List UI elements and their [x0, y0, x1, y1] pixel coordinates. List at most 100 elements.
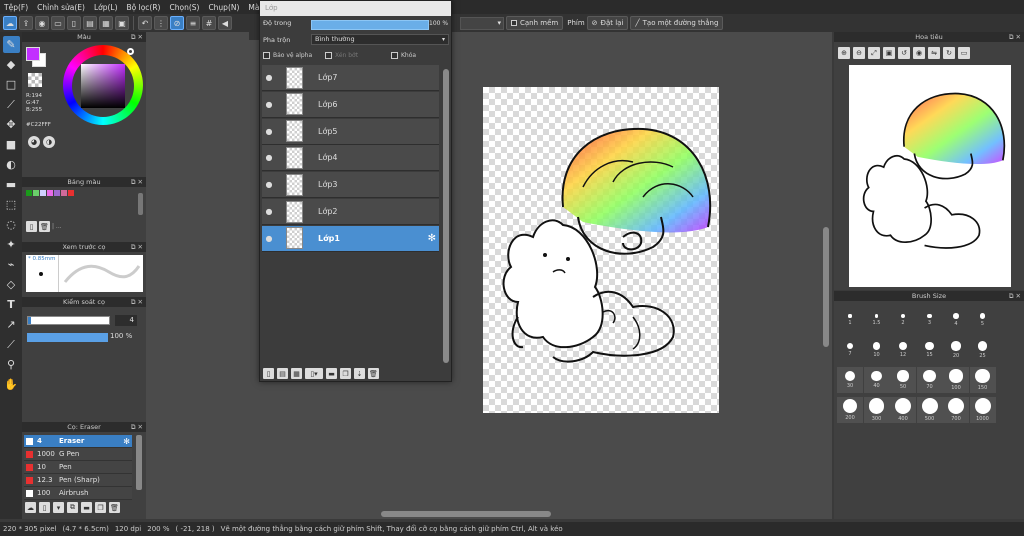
protect-alpha-checkbox[interactable]: Bảo vệ alpha	[263, 52, 312, 59]
anti-alias-toggle[interactable]: Cạnh mềm	[506, 16, 564, 30]
delete-brush-icon[interactable]: 🗑	[109, 502, 120, 513]
cloud-icon[interactable]: ☁	[3, 16, 17, 30]
anti-alias-checkbox[interactable]	[511, 20, 517, 26]
select-rect-tool-icon[interactable]: ⬚	[3, 196, 20, 213]
canvas-document[interactable]	[483, 87, 719, 413]
magic-wand-tool-icon[interactable]: ✦	[3, 236, 20, 253]
visibility-icon[interactable]: ●	[262, 153, 276, 162]
delete-palette-icon[interactable]: 🗑	[39, 221, 50, 232]
grid-icon[interactable]: ▦	[99, 16, 113, 30]
eyedropper-tool-icon[interactable]: ⚲	[3, 356, 20, 373]
grid-snap-icon[interactable]: #	[202, 16, 216, 30]
brush-size-preset[interactable]: 5	[970, 307, 996, 333]
canvas-vertical-scrollbar[interactable]	[823, 227, 829, 347]
flip-icon[interactable]: ⇋	[928, 47, 940, 59]
select-pen-tool-icon[interactable]: ⌁	[3, 256, 20, 273]
undo-icon[interactable]: ↶	[138, 16, 152, 30]
new-layer-icon[interactable]: ▯	[263, 368, 274, 379]
palette-swatch[interactable]	[54, 190, 60, 196]
lock-box[interactable]	[391, 52, 398, 59]
brush-size-slider[interactable]	[27, 316, 110, 325]
menu-edit[interactable]: Chỉnh sửa(E)	[37, 3, 85, 12]
palette-scrollbar[interactable]	[138, 193, 143, 215]
brush-size-preset[interactable]: 700	[943, 397, 969, 423]
comment-icon[interactable]: ◉	[35, 16, 49, 30]
visibility-icon[interactable]: ●	[262, 180, 276, 189]
dotted-line-tool-icon[interactable]: ⟋	[3, 96, 20, 113]
layer-row[interactable]: ● Lớp4	[262, 145, 439, 172]
navigator-preview[interactable]	[849, 65, 1011, 287]
cloud-brush-icon[interactable]: ☁	[25, 502, 36, 513]
reset-rotation-icon[interactable]: ◉	[913, 47, 925, 59]
screen-icon[interactable]: ▭	[958, 47, 970, 59]
snap-dropdown[interactable]: ▾	[460, 16, 504, 30]
brush-size-preset[interactable]: 70	[916, 367, 943, 393]
brush-size-preset[interactable]: 30	[837, 367, 863, 393]
brush-size-preset[interactable]: 2	[890, 307, 916, 333]
layer-opacity-slider[interactable]	[311, 20, 429, 30]
palette-icon[interactable]: ◕	[28, 136, 40, 148]
more-icon[interactable]: ⋮	[154, 16, 168, 30]
clipping-checkbox[interactable]: Xén bớt	[325, 52, 358, 59]
brush-menu-icon[interactable]: ▾	[53, 502, 64, 513]
actual-size-icon[interactable]: ▣	[883, 47, 895, 59]
duplicate-icon[interactable]: ❐	[95, 502, 106, 513]
brush-size-preset[interactable]: 7	[837, 337, 863, 363]
brush-list-item[interactable]: 1000 G Pen	[24, 448, 132, 461]
snap-reset-button[interactable]: ⊘ Đặt lại	[586, 16, 629, 30]
brush-size-preset[interactable]: 1000	[969, 397, 996, 423]
brush-size-preset[interactable]: 10	[864, 337, 890, 363]
brush-opacity-slider[interactable]	[27, 333, 108, 342]
layer-folder-icon[interactable]: ▬	[326, 368, 337, 379]
hand-tool-icon[interactable]: ✋	[3, 376, 20, 393]
clipping-box[interactable]	[325, 52, 332, 59]
copy-brush-icon[interactable]: ⧉	[67, 502, 78, 513]
color-mode-icon[interactable]: ◑	[43, 136, 55, 148]
panel-controls-icon[interactable]: ⧉ ✕	[131, 33, 143, 42]
panel-controls-icon[interactable]: ⧉ ✕	[131, 243, 143, 252]
divide-tool-icon[interactable]: ⟋	[3, 336, 20, 353]
panel-controls-icon[interactable]: ⧉ ✕	[1009, 33, 1021, 42]
layer-row[interactable]: ● Lớp3	[262, 172, 439, 199]
fit-window-icon[interactable]: ⤢	[868, 47, 880, 59]
zoom-in-icon[interactable]: ⊕	[838, 47, 850, 59]
select-eraser-tool-icon[interactable]: ◇	[3, 276, 20, 293]
snap-extra-icon[interactable]: ◀	[218, 16, 232, 30]
text-tool-icon[interactable]: T	[3, 296, 20, 313]
panel-controls-icon[interactable]: ⧉ ✕	[131, 178, 143, 187]
brush-tool-icon[interactable]: ✎	[2, 36, 20, 53]
protect-alpha-box[interactable]	[263, 52, 270, 59]
blend-mode-select[interactable]: Bình thường ▾	[311, 34, 449, 45]
palette-swatch[interactable]	[33, 190, 39, 196]
visibility-icon[interactable]: ●	[262, 100, 276, 109]
hue-knob[interactable]	[127, 48, 134, 55]
brush-size-preset[interactable]: 15	[917, 337, 943, 363]
new-8bit-layer-icon[interactable]: ▦	[291, 368, 302, 379]
brush-size-preset[interactable]: 12	[890, 337, 916, 363]
chat-icon[interactable]: ▭	[51, 16, 65, 30]
brush-size-preset[interactable]: 100	[943, 367, 969, 393]
layer-row[interactable]: ● Lớp2	[262, 199, 439, 225]
pages-icon[interactable]: ▤	[83, 16, 97, 30]
canvas-horizontal-scrollbar[interactable]	[381, 511, 551, 517]
eraser-tool-icon[interactable]: ◆	[3, 56, 20, 73]
brush-size-preset[interactable]: 150	[969, 367, 996, 393]
operation-tool-icon[interactable]: ↗	[3, 316, 20, 333]
page-icon[interactable]: ▯	[67, 16, 81, 30]
duplicate-layer-icon[interactable]: ❐	[340, 368, 351, 379]
merge-down-icon[interactable]: ⇣	[354, 368, 365, 379]
rect-fill-tool-icon[interactable]: ■	[3, 136, 20, 153]
layer-row[interactable]: ● Lớp6	[262, 91, 439, 118]
layer-row[interactable]: ● Lớp1 ✻	[262, 225, 439, 252]
brush-list-item[interactable]: 10 Pen	[24, 461, 132, 474]
brush-size-preset[interactable]: 400	[890, 397, 916, 423]
lasso-tool-icon[interactable]: ◌	[3, 216, 20, 233]
visibility-icon[interactable]: ●	[262, 127, 276, 136]
shape-tool-icon[interactable]: □	[3, 76, 20, 93]
menu-select[interactable]: Chọn(S)	[169, 3, 199, 12]
brush-list-item[interactable]: 12.3 Pen (Sharp)	[24, 474, 132, 487]
foreground-color-swatch[interactable]	[26, 47, 40, 61]
menu-file[interactable]: Tệp(F)	[4, 3, 28, 12]
zoom-out-icon[interactable]: ⊖	[853, 47, 865, 59]
palette-swatch[interactable]	[68, 190, 74, 196]
